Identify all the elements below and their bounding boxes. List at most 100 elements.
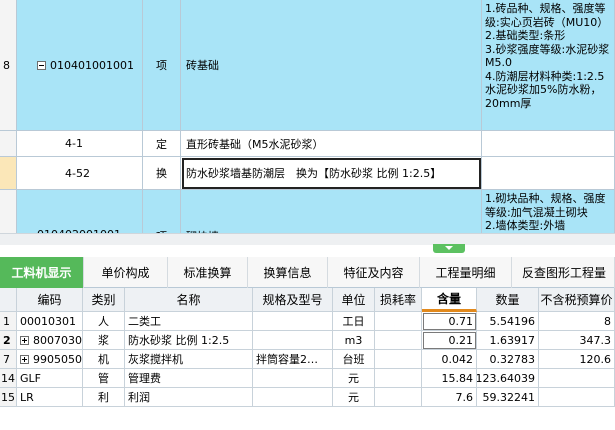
horizontal-scrollbar[interactable]	[0, 233, 615, 245]
table-row[interactable]: 2 80070306 浆 防水砂浆 比例 1:2.5 m3 0.21 1.639…	[0, 331, 615, 350]
column-header[interactable]: 名称	[125, 288, 253, 312]
item-feature-cell[interactable]: 1.砖品种、规格、强度等级:实心页岩砖（MU10） 2.基础类型:条形 3.砂浆…	[482, 0, 615, 131]
resource-type[interactable]: 人	[83, 312, 125, 331]
row-number	[0, 190, 17, 233]
tab-reverse-lookup-quantity[interactable]: 反查图形工程量	[512, 257, 615, 288]
tab-standard-conversion[interactable]: 标准换算	[168, 257, 248, 288]
quantity-value[interactable]: 1.63917	[477, 331, 539, 350]
item-type-cell[interactable]: 定	[143, 131, 181, 157]
collapse-panel-icon[interactable]	[433, 244, 465, 253]
table-row[interactable]: 1 00010301 人 二类工 工日 0.71 5.54196 8	[0, 312, 615, 331]
resource-spec[interactable]: 拌筒容量2…	[253, 350, 333, 369]
loss-rate[interactable]	[375, 350, 422, 369]
content-value[interactable]: 0.042	[422, 350, 477, 369]
resource-name[interactable]: 二类工	[125, 312, 253, 331]
budget-price[interactable]: 8	[539, 312, 615, 331]
resource-unit[interactable]: 工日	[333, 312, 375, 331]
resource-name[interactable]: 防水砂浆 比例 1:2.5	[125, 331, 253, 350]
content-value[interactable]: 0.21	[422, 331, 477, 350]
resource-spec[interactable]	[253, 388, 333, 407]
tab-unit-price-composition[interactable]: 单价构成	[84, 257, 168, 288]
row-index: 2	[0, 331, 17, 350]
item-type-cell[interactable]: 项	[143, 0, 181, 131]
pane-splitter[interactable]	[0, 245, 615, 257]
row-index: 1	[0, 312, 17, 331]
resource-unit[interactable]: m3	[333, 331, 375, 350]
item-name-cell[interactable]: 防水砂浆墙基防潮层 换为【防水砂浆 比例 1:2.5】	[181, 157, 482, 190]
row-number	[0, 157, 17, 190]
resource-name[interactable]: 管理费	[125, 369, 253, 388]
resource-type[interactable]: 浆	[83, 331, 125, 350]
column-header[interactable]: 单位	[333, 288, 375, 312]
table-row[interactable]: 15 LR 利 利润 元 7.6 59.32241	[0, 388, 615, 407]
item-type-cell[interactable]: 换	[143, 157, 181, 190]
resource-code[interactable]: 00010301	[17, 312, 83, 331]
resource-grid: 编码 类别 名称 规格及型号 单位 损耗率 含量 数量 不含税预算价 1 000…	[0, 288, 615, 430]
item-feature-cell[interactable]	[482, 157, 615, 190]
resource-name[interactable]: 灰浆搅拌机	[125, 350, 253, 369]
content-value[interactable]: 0.71	[422, 312, 477, 331]
resource-unit[interactable]: 元	[333, 388, 375, 407]
row-index: 7	[0, 350, 17, 369]
budget-price[interactable]	[539, 369, 615, 388]
tab-quantity-details[interactable]: 工程量明细	[420, 257, 512, 288]
loss-rate[interactable]	[375, 369, 422, 388]
item-feature-cell[interactable]: 1.砌块品种、规格、强度等级:加气混凝土砌块 2.墙体类型:外墙	[482, 190, 615, 233]
item-feature-cell[interactable]	[482, 131, 615, 157]
resource-code[interactable]: 99050503	[17, 350, 83, 369]
detail-tab-bar: 工料机显示 单价构成 标准换算 换算信息 特征及内容 工程量明细 反查图形工程量	[0, 257, 615, 288]
resource-code[interactable]: LR	[17, 388, 83, 407]
column-header[interactable]: 编码	[17, 288, 83, 312]
resource-name[interactable]: 利润	[125, 388, 253, 407]
item-name-cell[interactable]: 砖基础	[181, 0, 482, 131]
budget-price[interactable]	[539, 388, 615, 407]
expand-icon[interactable]	[20, 335, 29, 345]
quantity-value[interactable]: 5.54196	[477, 312, 539, 331]
resource-code[interactable]: GLF	[17, 369, 83, 388]
column-header[interactable]: 数量	[477, 288, 539, 312]
column-header[interactable]: 类别	[83, 288, 125, 312]
loss-rate[interactable]	[375, 312, 422, 331]
item-code-cell[interactable]: 4-52	[17, 157, 143, 190]
row-index: 14	[0, 369, 17, 388]
resource-spec[interactable]	[253, 369, 333, 388]
expand-icon[interactable]	[20, 354, 29, 364]
column-header[interactable]: 规格及型号	[253, 288, 333, 312]
resource-spec[interactable]	[253, 312, 333, 331]
table-row[interactable]: 7 99050503 机 灰浆搅拌机 拌筒容量2… 台班 0.042 0.327…	[0, 350, 615, 369]
content-value[interactable]: 15.84	[422, 369, 477, 388]
item-type-cell[interactable]: 项	[143, 190, 181, 233]
column-header-content[interactable]: 含量	[422, 288, 477, 312]
resource-type[interactable]: 机	[83, 350, 125, 369]
table-row[interactable]: 4-1 定 直形砖基础（M5水泥砂浆）	[0, 131, 615, 157]
tab-labor-material-machine[interactable]: 工料机显示	[0, 257, 84, 288]
loss-rate[interactable]	[375, 388, 422, 407]
tab-features-content[interactable]: 特征及内容	[328, 257, 420, 288]
resource-spec[interactable]	[253, 331, 333, 350]
item-name-cell[interactable]: 直形砖基础（M5水泥砂浆）	[181, 131, 482, 157]
quantity-value[interactable]: 59.32241	[477, 388, 539, 407]
column-header[interactable]: 损耗率	[375, 288, 422, 312]
table-row[interactable]: 8 010401001001 项 砖基础 1.砖品种、规格、强度等级:实心页岩砖…	[0, 0, 615, 131]
resource-unit[interactable]: 台班	[333, 350, 375, 369]
column-header[interactable]: 不含税预算价	[539, 288, 615, 312]
resource-unit[interactable]: 元	[333, 369, 375, 388]
collapse-icon[interactable]	[37, 60, 46, 70]
resource-code[interactable]: 80070306	[17, 331, 83, 350]
item-code-cell[interactable]: 4-1	[17, 131, 143, 157]
quantity-value[interactable]: 0.32783	[477, 350, 539, 369]
table-row[interactable]: 010402001001 项 砌块墙 1.砌块品种、规格、强度等级:加气混凝土砌…	[0, 190, 615, 233]
item-name-cell[interactable]: 砌块墙	[181, 190, 482, 233]
quantity-value[interactable]: 123.64039	[477, 369, 539, 388]
loss-rate[interactable]	[375, 331, 422, 350]
item-code-cell[interactable]: 010401001001	[17, 0, 143, 131]
resource-type[interactable]: 利	[83, 388, 125, 407]
item-code-cell[interactable]: 010402001001	[17, 190, 143, 233]
table-row[interactable]: 14 GLF 管 管理费 元 15.84 123.64039	[0, 369, 615, 388]
resource-type[interactable]: 管	[83, 369, 125, 388]
budget-price[interactable]: 347.3	[539, 331, 615, 350]
table-row[interactable]: 4-52 换 防水砂浆墙基防潮层 换为【防水砂浆 比例 1:2.5】	[0, 157, 615, 190]
content-value[interactable]: 7.6	[422, 388, 477, 407]
tab-conversion-info[interactable]: 换算信息	[248, 257, 328, 288]
budget-price[interactable]: 120.6	[539, 350, 615, 369]
